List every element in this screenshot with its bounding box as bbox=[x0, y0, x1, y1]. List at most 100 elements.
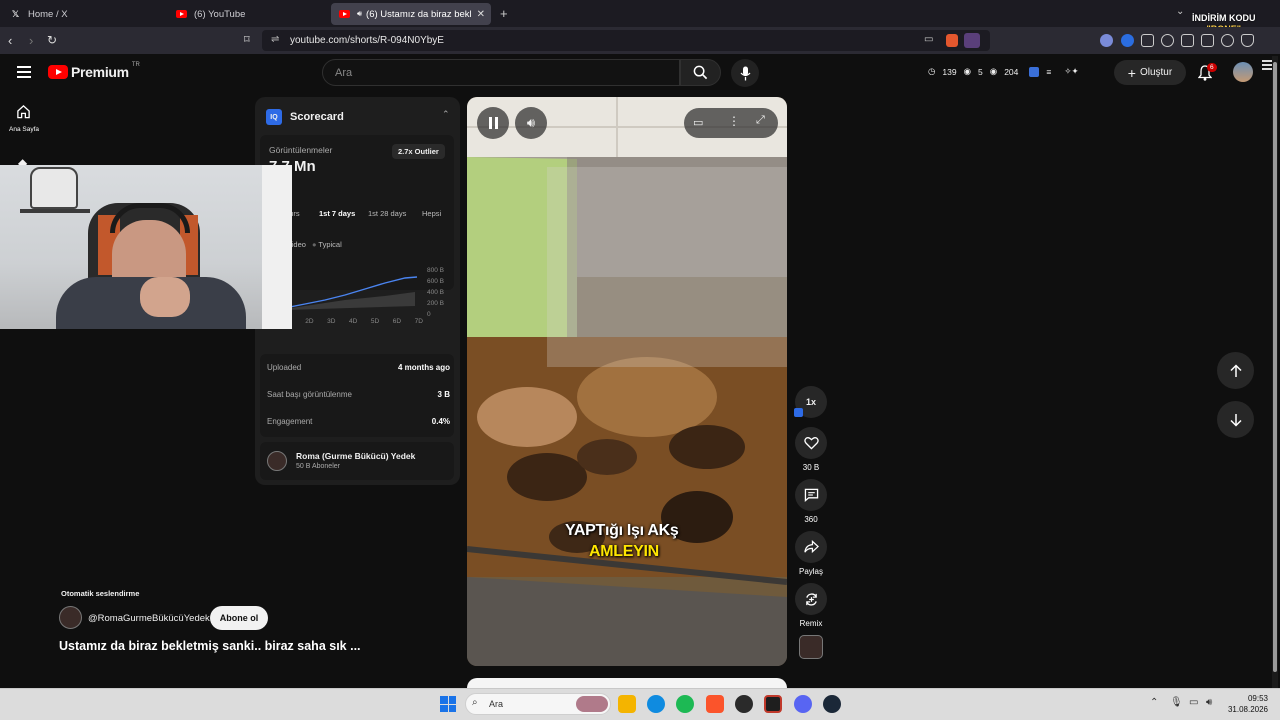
file-explorer-icon[interactable] bbox=[618, 695, 636, 713]
pause-icon bbox=[488, 117, 498, 129]
previous-short-button[interactable] bbox=[1217, 352, 1254, 389]
windows-taskbar bbox=[0, 688, 1280, 720]
discord-icon[interactable] bbox=[794, 695, 812, 713]
remix-button[interactable] bbox=[795, 583, 827, 615]
tab-range-28days[interactable]: 1st 28 days bbox=[368, 209, 422, 218]
close-tab-icon[interactable]: ✕ bbox=[477, 9, 485, 20]
share-icon bbox=[803, 540, 819, 554]
spotify-icon[interactable] bbox=[676, 695, 694, 713]
country-code: TR bbox=[131, 62, 140, 68]
volume-icon[interactable]: 🔊︎ bbox=[1206, 697, 1212, 708]
promo-line1: İNDİRİM KODU bbox=[1192, 13, 1256, 23]
start-windows-icon[interactable] bbox=[440, 696, 456, 712]
music-icon[interactable] bbox=[1161, 34, 1174, 47]
extension-iq-icon[interactable] bbox=[1029, 66, 1040, 77]
channel-avatar[interactable] bbox=[59, 606, 82, 629]
volume-button[interactable]: 🔊︎ bbox=[515, 107, 547, 139]
captions-icon[interactable]: ▭ bbox=[693, 116, 703, 129]
create-button[interactable]: + Oluştur bbox=[1114, 60, 1186, 85]
microphone-icon[interactable]: 🎙︎ bbox=[1170, 697, 1183, 708]
new-tab-button[interactable]: + bbox=[500, 6, 508, 21]
metric-engagement: Engagement 0.4% bbox=[267, 417, 450, 426]
like-button[interactable] bbox=[795, 427, 827, 459]
shield-icon[interactable] bbox=[1241, 34, 1254, 47]
subscribe-button[interactable]: Abone ol bbox=[210, 606, 268, 630]
share-button[interactable] bbox=[795, 531, 827, 563]
taskbar-clock[interactable]: 09:53 31.08.2026 bbox=[1224, 693, 1268, 715]
voice-search-button[interactable] bbox=[731, 59, 759, 87]
terminal-icon[interactable] bbox=[764, 695, 782, 713]
tab-youtube[interactable]: (6) YouTube bbox=[168, 3, 330, 25]
short-title[interactable]: Ustamız da biraz bekletmiş sanki.. biraz… bbox=[59, 639, 361, 653]
search-input[interactable]: Ara bbox=[322, 59, 680, 86]
search-button[interactable] bbox=[680, 59, 721, 86]
video-caption-line2: AMLEYIN bbox=[589, 543, 659, 560]
vpn-icon[interactable] bbox=[1221, 34, 1234, 47]
reload-icon[interactable]: ↻ bbox=[47, 33, 57, 47]
search-icon bbox=[693, 65, 708, 80]
back-icon[interactable]: ‹ bbox=[8, 33, 12, 48]
list-icon[interactable]: ≡ bbox=[1046, 67, 1051, 77]
remix-icon bbox=[805, 592, 817, 606]
sparkle-icon[interactable]: ✧✦ bbox=[1064, 66, 1078, 77]
sidebar-icon[interactable] bbox=[1181, 34, 1194, 47]
rewards-icon[interactable] bbox=[964, 33, 980, 48]
wallet-icon[interactable] bbox=[1201, 34, 1214, 47]
tab-range-all[interactable]: Hepsi bbox=[422, 209, 441, 218]
avatar[interactable] bbox=[1233, 62, 1253, 82]
views-label: Görüntülenmeler bbox=[269, 145, 333, 155]
volume-icon: 🔊︎ bbox=[526, 115, 536, 130]
taskbar-search-box[interactable]: ⌕ bbox=[465, 693, 611, 715]
fullscreen-icon[interactable]: ⤢ bbox=[756, 114, 765, 127]
browser-tab-strip: 𝕏 Home / X (6) YouTube 🔊︎ (6) Ustamız da… bbox=[0, 0, 1280, 34]
tray-chevron-icon[interactable]: ⌃ bbox=[1150, 697, 1158, 708]
shelf bbox=[20, 209, 90, 213]
tab-label: (6) Ustamız da biraz bekletmi bbox=[366, 8, 472, 20]
x-tick: 3D bbox=[327, 318, 336, 325]
guide-menu-icon[interactable] bbox=[17, 66, 31, 78]
stat-eye1: 5 bbox=[978, 66, 983, 77]
range-tabs: ours 1st 7 days 1st 28 days Hepsi bbox=[285, 209, 441, 218]
forward-icon[interactable]: › bbox=[29, 33, 33, 48]
tab-current-short[interactable]: 🔊︎ (6) Ustamız da biraz bekletmi ✕ bbox=[331, 3, 491, 25]
heart-icon bbox=[803, 437, 819, 450]
puzzle-icon[interactable] bbox=[1141, 34, 1154, 47]
tab-range-7days[interactable]: 1st 7 days bbox=[319, 209, 368, 218]
comments-button[interactable] bbox=[795, 479, 827, 511]
channel-card[interactable] bbox=[260, 442, 454, 480]
site-settings-icon[interactable]: ⇌ bbox=[271, 34, 279, 45]
bookmark-icon[interactable]: ⌑ bbox=[244, 33, 250, 46]
address-bar[interactable]: ⇌ youtube.com/shorts/R-094N0YbyE ▭ bbox=[262, 30, 990, 51]
network-icon[interactable]: ▭ bbox=[1189, 697, 1198, 708]
youtube-premium-logo[interactable]: Premium TR bbox=[48, 62, 140, 80]
channel-name: Roma (Gurme Bükücü) Yedek bbox=[296, 451, 416, 461]
more-options-icon[interactable]: ⋮ bbox=[728, 114, 740, 128]
channel-handle[interactable]: @RomaGurmeBükücüYedek bbox=[88, 613, 210, 624]
tab-list-chevron-icon[interactable]: ⌄ bbox=[1176, 6, 1184, 17]
logo-text: Premium bbox=[71, 64, 129, 80]
x-tick: 2D bbox=[305, 318, 314, 325]
guide-home-label[interactable]: Ana Sayfa bbox=[9, 126, 39, 133]
scrollbar-thumb[interactable] bbox=[1273, 62, 1277, 672]
tab-x-home[interactable]: 𝕏 Home / X bbox=[2, 3, 164, 25]
legend-typical: Typical bbox=[318, 240, 342, 249]
app-icon[interactable] bbox=[735, 695, 753, 713]
youtube-icon bbox=[176, 9, 187, 20]
pause-button[interactable] bbox=[477, 107, 509, 139]
extension-icon[interactable] bbox=[1100, 34, 1113, 47]
y-tick: 800 B bbox=[427, 267, 444, 274]
brave-shield-icon[interactable] bbox=[946, 34, 958, 47]
next-short-button[interactable] bbox=[1217, 401, 1254, 438]
home-icon[interactable] bbox=[16, 104, 31, 119]
sound-thumbnail[interactable] bbox=[799, 635, 823, 659]
steam-icon[interactable] bbox=[823, 695, 841, 713]
cast-icon[interactable]: ▭ bbox=[924, 34, 933, 45]
extension-icon[interactable] bbox=[1121, 34, 1134, 47]
shorts-player[interactable]: 🔊︎ ▭ ⋮ ⤢ YAPTığı Işı AKş AMLEYIN bbox=[467, 97, 787, 666]
extension-badge-icon bbox=[794, 408, 803, 417]
stat-eye2: 204 bbox=[1004, 66, 1019, 77]
search-placeholder: Ara bbox=[335, 67, 353, 79]
edge-icon[interactable] bbox=[647, 695, 665, 713]
brave-icon[interactable] bbox=[706, 695, 724, 713]
collapse-chevron-icon[interactable]: ⌃ bbox=[442, 109, 450, 120]
